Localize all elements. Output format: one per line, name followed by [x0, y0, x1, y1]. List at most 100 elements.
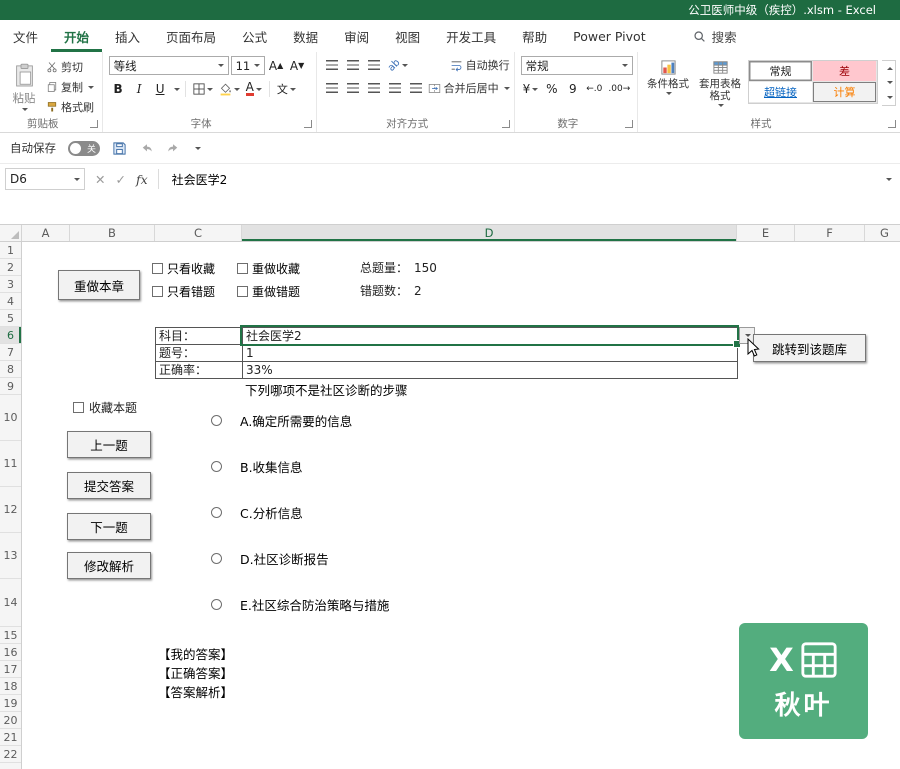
row-header-21[interactable]: 21	[0, 729, 21, 746]
underline-button[interactable]: U	[151, 80, 170, 98]
number-format-combo[interactable]: 常规	[520, 56, 633, 75]
font-color-button[interactable]: A	[244, 80, 264, 98]
decrease-indent-button[interactable]	[386, 79, 405, 97]
font-dialog-launcher[interactable]	[303, 120, 312, 128]
checkbox-box-icon[interactable]	[152, 285, 163, 297]
alignment-dialog-launcher[interactable]	[501, 120, 510, 128]
fill-color-button[interactable]	[217, 80, 242, 98]
increase-decimal-button[interactable]: ←.0	[584, 80, 604, 98]
cell-style-link[interactable]: 超链接	[749, 82, 813, 103]
row-header-15[interactable]: 15	[0, 627, 21, 644]
conditional-formatting-button[interactable]: 条件格式	[644, 56, 692, 117]
subject-value-cell[interactable]: 社会医学2	[243, 328, 738, 345]
row-header-6[interactable]: 6	[0, 327, 21, 344]
column-header-A[interactable]: A	[22, 225, 70, 241]
row-header-16[interactable]: 16	[0, 644, 21, 661]
borders-button[interactable]	[191, 80, 215, 98]
ribbon-tab-7[interactable]: 视图	[382, 20, 433, 52]
align-center-button[interactable]	[344, 79, 363, 97]
undo-icon[interactable]	[139, 141, 154, 156]
filter-checkbox-0[interactable]: 只看收藏	[152, 261, 215, 276]
ribbon-tab-2[interactable]: 插入	[102, 20, 153, 52]
font-name-combo[interactable]: 等线	[108, 56, 229, 75]
accuracy-label-cell[interactable]: 正确率：	[156, 362, 243, 379]
row-header-11[interactable]: 11	[0, 441, 21, 487]
font-size-combo[interactable]: 11	[230, 56, 265, 75]
filter-checkbox-3[interactable]: 重做错题	[237, 284, 300, 299]
row-header-7[interactable]: 7	[0, 344, 21, 361]
ribbon-tab-10[interactable]: Power Pivot	[560, 20, 658, 52]
favorite-checkbox[interactable]: 收藏本题	[73, 399, 137, 416]
format-painter-button[interactable]: 格式刷	[46, 99, 94, 115]
ribbon-tab-0[interactable]: 文件	[0, 20, 51, 52]
row-header-1[interactable]: 1	[0, 242, 21, 259]
bottom-align-button[interactable]	[365, 56, 384, 74]
row-header-17[interactable]: 17	[0, 661, 21, 678]
wrap-text-button[interactable]: 自动换行	[450, 57, 510, 73]
formula-bar-expand-icon[interactable]	[886, 177, 892, 181]
column-header-E[interactable]: E	[737, 225, 795, 241]
number-dialog-launcher[interactable]	[625, 120, 633, 128]
cell-style-calc[interactable]: 计算	[813, 82, 877, 103]
phonetic-guide-button[interactable]: 文	[275, 80, 298, 98]
top-align-button[interactable]	[323, 56, 342, 74]
italic-button[interactable]: I	[130, 80, 149, 98]
checkbox-box-icon[interactable]	[237, 262, 248, 274]
option-radio-0[interactable]	[211, 414, 222, 426]
column-header-B[interactable]: B	[70, 225, 155, 241]
row-header-14[interactable]: 14	[0, 579, 21, 627]
row-header-9[interactable]: 9	[0, 378, 21, 395]
ribbon-tab-9[interactable]: 帮助	[509, 20, 560, 52]
column-header-G[interactable]: G	[865, 225, 900, 241]
row-header-12[interactable]: 12	[0, 487, 21, 533]
row-header-4[interactable]: 4	[0, 293, 21, 310]
name-box[interactable]: D6	[5, 168, 85, 190]
bold-button[interactable]: B	[109, 80, 128, 98]
checkbox-box-icon[interactable]	[237, 285, 248, 297]
row-header-22[interactable]: 22	[0, 746, 21, 763]
row-header-5[interactable]: 5	[0, 310, 21, 327]
column-header-C[interactable]: C	[155, 225, 242, 241]
styles-dialog-launcher[interactable]	[888, 120, 896, 128]
nav-button-2[interactable]: 下一题	[67, 513, 151, 540]
formula-content[interactable]: 社会医学2	[159, 171, 884, 188]
filter-checkbox-1[interactable]: 只看错题	[152, 284, 215, 299]
qat-customize-icon[interactable]	[195, 146, 201, 150]
middle-align-button[interactable]	[344, 56, 363, 74]
align-right-button[interactable]	[365, 79, 384, 97]
row-header-3[interactable]: 3	[0, 276, 21, 293]
ribbon-tab-6[interactable]: 审阅	[331, 20, 382, 52]
gallery-scroll-buttons[interactable]	[882, 60, 896, 106]
enter-icon[interactable]: ✓	[115, 172, 125, 187]
grow-font-button[interactable]: A ▲	[267, 57, 286, 75]
cut-button[interactable]: 剪切	[46, 59, 94, 75]
orientation-button[interactable]: ab	[386, 56, 410, 74]
merge-center-button[interactable]: 合并后居中	[428, 80, 510, 96]
accounting-format-button[interactable]: ¥	[521, 80, 541, 98]
row-header-20[interactable]: 20	[0, 712, 21, 729]
increase-indent-button[interactable]	[407, 79, 426, 97]
checkbox-box-icon[interactable]	[73, 402, 84, 413]
option-radio-2[interactable]	[211, 506, 222, 518]
checkbox-box-icon[interactable]	[152, 262, 163, 274]
autosave-toggle[interactable]: 关	[68, 140, 100, 156]
select-all-corner[interactable]	[0, 225, 22, 241]
column-header-F[interactable]: F	[795, 225, 865, 241]
save-icon[interactable]	[112, 141, 127, 156]
insert-function-icon[interactable]: fx	[136, 172, 148, 187]
jump-to-bank-button[interactable]: 跳转到该题库	[753, 334, 866, 362]
search-box[interactable]: 搜索	[693, 20, 737, 52]
ribbon-tab-3[interactable]: 页面布局	[153, 20, 229, 52]
cell-style-normal[interactable]: 常规	[749, 61, 813, 82]
ribbon-tab-4[interactable]: 公式	[229, 20, 280, 52]
question-number-value-cell[interactable]: 1	[243, 345, 738, 362]
filter-checkbox-2[interactable]: 重做收藏	[237, 261, 300, 276]
row-header-13[interactable]: 13	[0, 533, 21, 579]
percent-style-button[interactable]: %	[542, 80, 561, 98]
cell-style-bad[interactable]: 差	[813, 61, 877, 82]
nav-button-1[interactable]: 提交答案	[67, 472, 151, 499]
column-header-D[interactable]: D	[242, 225, 737, 241]
cancel-icon[interactable]: ✕	[95, 172, 105, 187]
decrease-decimal-button[interactable]: .00→	[606, 80, 632, 98]
comma-style-button[interactable]: 9	[563, 80, 582, 98]
